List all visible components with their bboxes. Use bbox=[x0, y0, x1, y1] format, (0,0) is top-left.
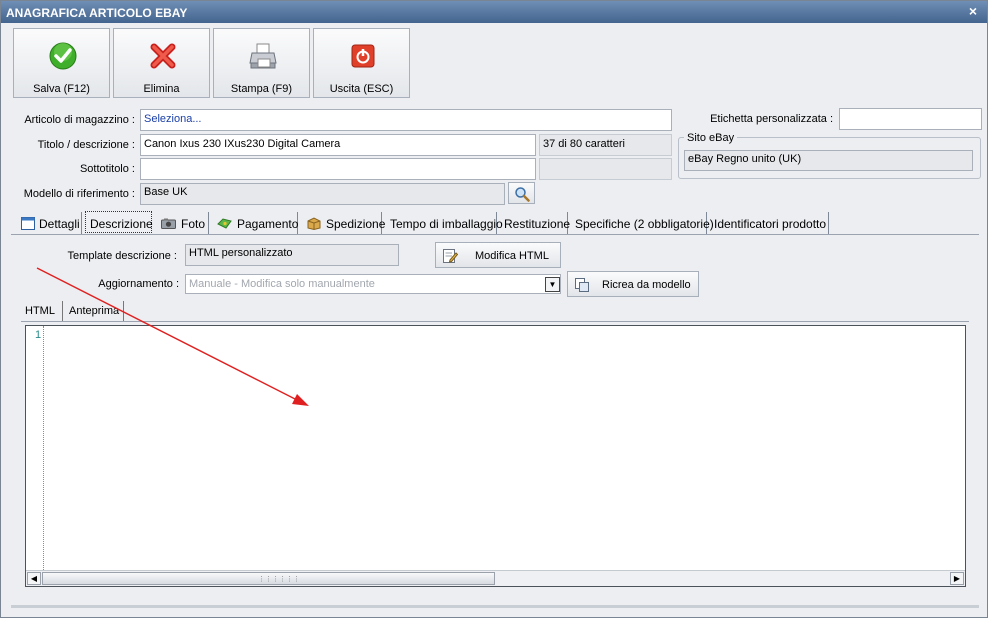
grip-icon: ⋮⋮⋮⋮⋮⋮ bbox=[258, 576, 300, 583]
window-icon bbox=[21, 217, 35, 230]
checkmark-icon bbox=[49, 42, 77, 70]
tab-label: Identificatori prodotto bbox=[714, 217, 827, 231]
titolo-input[interactable]: Canon Ixus 230 IXus230 Digital Camera bbox=[140, 134, 536, 156]
tab-label: Foto bbox=[181, 217, 206, 231]
search-modello-button[interactable] bbox=[508, 182, 535, 204]
window-title: ANAGRAFICA ARTICOLO EBAY bbox=[6, 6, 188, 20]
scroll-right-icon[interactable]: ▶ bbox=[950, 572, 964, 585]
modello-label: Modello di riferimento : bbox=[23, 188, 135, 200]
box-icon bbox=[307, 217, 321, 230]
ebay-article-window: ANAGRAFICA ARTICOLO EBAY × Salva (F12) E… bbox=[0, 0, 988, 618]
ricrea-button[interactable]: Ricrea da modello bbox=[567, 271, 699, 297]
tab-foto[interactable]: Foto bbox=[157, 212, 209, 235]
magnifier-icon bbox=[515, 187, 530, 202]
tab-restituzione[interactable]: Restituzione bbox=[500, 212, 571, 235]
tab-label: Descrizione bbox=[90, 217, 153, 231]
modifica-html-button[interactable]: Modifica HTML bbox=[435, 242, 561, 268]
articolo-label: Articolo di magazzino : bbox=[24, 114, 135, 126]
char-count: 37 di 80 caratteri bbox=[539, 134, 672, 156]
modello-field: Base UK bbox=[140, 183, 505, 205]
annotation-arrow bbox=[36, 267, 309, 406]
exit-label: Uscita (ESC) bbox=[329, 83, 394, 95]
template-label: Template descrizione : bbox=[67, 250, 177, 262]
delete-button[interactable]: Elimina bbox=[113, 28, 210, 98]
print-label: Stampa (F9) bbox=[230, 83, 293, 95]
tab-label: Pagamento bbox=[237, 217, 299, 231]
tab-spedizione[interactable]: Spedizione bbox=[302, 212, 386, 235]
bottom-border bbox=[11, 605, 979, 608]
articolo-select[interactable]: Seleziona... bbox=[140, 109, 672, 131]
title-bar: ANAGRAFICA ARTICOLO EBAY × bbox=[1, 1, 987, 23]
payment-icon bbox=[217, 218, 232, 229]
etichetta-input[interactable] bbox=[839, 108, 982, 130]
sottotitolo-label: Sottotitolo : bbox=[79, 163, 135, 175]
tab-pagamento[interactable]: Pagamento bbox=[213, 212, 298, 235]
tab-label: Spedizione bbox=[326, 217, 386, 231]
tab-specifiche[interactable]: Specifiche (2 obbligatorie) bbox=[571, 212, 714, 235]
scroll-left-icon[interactable]: ◀ bbox=[27, 572, 41, 585]
red-x-icon bbox=[150, 43, 176, 69]
tab-label: Tempo di imballaggio bbox=[390, 217, 503, 231]
camera-icon bbox=[161, 218, 176, 229]
modifica-html-label: Modifica HTML bbox=[475, 250, 549, 262]
exit-button[interactable]: Uscita (ESC) bbox=[313, 28, 410, 98]
tab-label: Specifiche (2 obbligatorie) bbox=[575, 217, 714, 231]
power-icon bbox=[351, 44, 375, 68]
horizontal-scrollbar[interactable]: ◀ ⋮⋮⋮⋮⋮⋮ ▶ bbox=[26, 570, 965, 586]
chevron-down-icon[interactable]: ▼ bbox=[545, 277, 560, 292]
edit-document-icon bbox=[443, 249, 458, 263]
tab-label: Restituzione bbox=[504, 217, 571, 231]
tab-descrizione[interactable]: Descrizione bbox=[85, 211, 153, 233]
printer-icon bbox=[249, 43, 277, 69]
tab-dettagli[interactable]: Dettagli bbox=[17, 212, 82, 235]
tab-label: Dettagli bbox=[39, 217, 80, 231]
sito-ebay-field: eBay Regno unito (UK) bbox=[684, 150, 973, 171]
ricrea-label: Ricrea da modello bbox=[602, 279, 691, 291]
sottotitolo-input[interactable] bbox=[140, 158, 536, 180]
print-button[interactable]: Stampa (F9) bbox=[213, 28, 310, 98]
sito-ebay-title: Sito eBay bbox=[684, 132, 738, 144]
tab-tempo-imballaggio[interactable]: Tempo di imballaggio bbox=[386, 212, 503, 235]
close-icon[interactable]: × bbox=[966, 3, 980, 19]
copy-icon bbox=[575, 278, 589, 292]
save-label: Salva (F12) bbox=[33, 83, 90, 95]
scroll-thumb[interactable]: ⋮⋮⋮⋮⋮⋮ bbox=[42, 572, 495, 585]
save-button[interactable]: Salva (F12) bbox=[13, 28, 110, 98]
sottotitolo-count bbox=[539, 158, 672, 180]
titolo-label: Titolo / descrizione : bbox=[37, 139, 135, 151]
delete-label: Elimina bbox=[143, 83, 180, 95]
etichetta-label: Etichetta personalizzata : bbox=[710, 113, 833, 125]
tab-divider bbox=[11, 234, 979, 235]
tab-identificatori[interactable]: Identificatori prodotto bbox=[710, 212, 829, 235]
